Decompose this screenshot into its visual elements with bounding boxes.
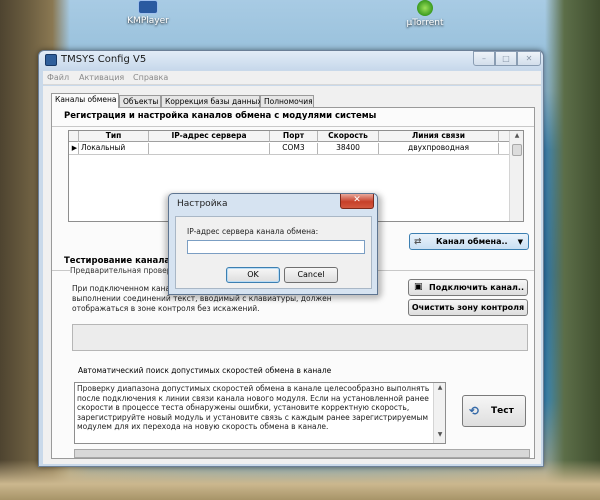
autosearch-info-text[interactable]: Проверку диапазона допустимых скоростей … <box>74 382 446 444</box>
table-header-indicator <box>69 131 79 142</box>
scroll-thumb[interactable] <box>512 144 522 156</box>
cancel-button[interactable]: Cancel <box>284 267 338 283</box>
desktop-icon-label: µTorrent <box>406 18 444 28</box>
autosearch-group-title: Автоматический поиск допустимых скоросте… <box>78 366 332 375</box>
cell-ip[interactable] <box>149 143 270 154</box>
desktop-icon-utorrent[interactable]: µTorrent <box>395 0 455 28</box>
table-row[interactable]: ▶ Локальный COM3 38400 двухпроводная <box>69 143 509 155</box>
wallpaper-cliff-right <box>545 0 600 500</box>
scroll-up-icon[interactable]: ▲ <box>512 132 522 142</box>
control-zone-field[interactable] <box>72 324 528 351</box>
app-icon <box>45 54 57 66</box>
menu-file[interactable]: Файл <box>47 73 69 82</box>
tab-permissions[interactable]: Полномочия <box>260 95 314 107</box>
channel-exchange-label: Канал обмена.. <box>436 237 508 246</box>
table-scrollbar[interactable]: ▲ <box>509 131 523 221</box>
progress-bar <box>74 449 530 458</box>
tab-objects[interactable]: Объекты <box>119 95 161 107</box>
dialog-title: Настройка <box>177 199 228 209</box>
dialog-body: IP-адрес сервера канала обмена: OK Cance… <box>175 216 372 289</box>
channel-icon: ⇄ <box>414 237 422 247</box>
column-header-ip[interactable]: IP-адрес сервера <box>149 131 270 142</box>
connect-icon: ▣ <box>414 282 423 292</box>
connect-channel-label: Подключить канал.. <box>429 283 524 292</box>
row-indicator-icon: ▶ <box>69 143 79 154</box>
column-header-line[interactable]: Линия связи <box>379 131 499 142</box>
ip-address-input[interactable] <box>187 240 365 254</box>
autosearch-scrollbar[interactable]: ▲ ▼ <box>433 383 445 443</box>
chevron-down-icon: ▼ <box>517 238 523 246</box>
menu-help[interactable]: Справка <box>133 73 168 82</box>
dialog-close-button[interactable]: ✕ <box>340 194 374 209</box>
channel-exchange-button[interactable]: ⇄ Канал обмена.. ▼ <box>409 233 529 250</box>
column-header-speed[interactable]: Скорость <box>318 131 379 142</box>
registration-group-title: Регистрация и настройка каналов обмена с… <box>64 111 377 121</box>
connect-channel-button[interactable]: ▣ Подключить канал.. <box>408 279 528 296</box>
cell-type[interactable]: Локальный <box>79 143 149 154</box>
test-button[interactable]: ⟲ Тест <box>462 395 526 427</box>
tab-channels[interactable]: Каналы обмена <box>51 93 119 108</box>
desktop-icon-kmplayer[interactable]: KMPlayer <box>118 0 178 26</box>
cell-speed[interactable]: 38400 <box>318 143 379 154</box>
autosearch-text: Проверку диапазона допустимых скоростей … <box>77 384 430 432</box>
tab-db-correction[interactable]: Коррекция базы данных <box>161 95 262 107</box>
settings-dialog: Настройка ✕ IP-адрес сервера канала обме… <box>168 193 378 295</box>
ok-button[interactable]: OK <box>226 267 280 283</box>
cell-port[interactable]: COM3 <box>270 143 318 154</box>
window-title: TMSYS Config V5 <box>61 54 147 65</box>
test-label: Тест <box>491 406 514 416</box>
window-titlebar[interactable]: TMSYS Config V5 – □ ✕ <box>39 51 543 70</box>
cell-line[interactable]: двухпроводная <box>379 143 499 154</box>
menu-bar: Файл Активация Справка <box>43 71 541 85</box>
desktop-icon-label: KMPlayer <box>127 16 169 26</box>
column-header-type[interactable]: Тип <box>79 131 149 142</box>
minimize-button[interactable]: – <box>473 51 495 66</box>
maximize-button[interactable]: □ <box>495 51 517 66</box>
test-icon: ⟲ <box>469 404 480 418</box>
utorrent-icon <box>417 0 433 16</box>
clear-control-zone-button[interactable]: Очистить зону контроля <box>408 299 528 316</box>
column-header-port[interactable]: Порт <box>270 131 318 142</box>
group-divider <box>52 126 534 127</box>
menu-activation[interactable]: Активация <box>79 73 124 82</box>
table-header: Тип IP-адрес сервера Порт Скорость Линия… <box>69 131 509 142</box>
ip-address-label: IP-адрес сервера канала обмена: <box>187 227 319 236</box>
scroll-up-icon[interactable]: ▲ <box>435 384 445 394</box>
scroll-down-icon[interactable]: ▼ <box>435 431 445 441</box>
kmplayer-icon <box>138 0 158 14</box>
close-window-button[interactable]: ✕ <box>517 51 541 66</box>
